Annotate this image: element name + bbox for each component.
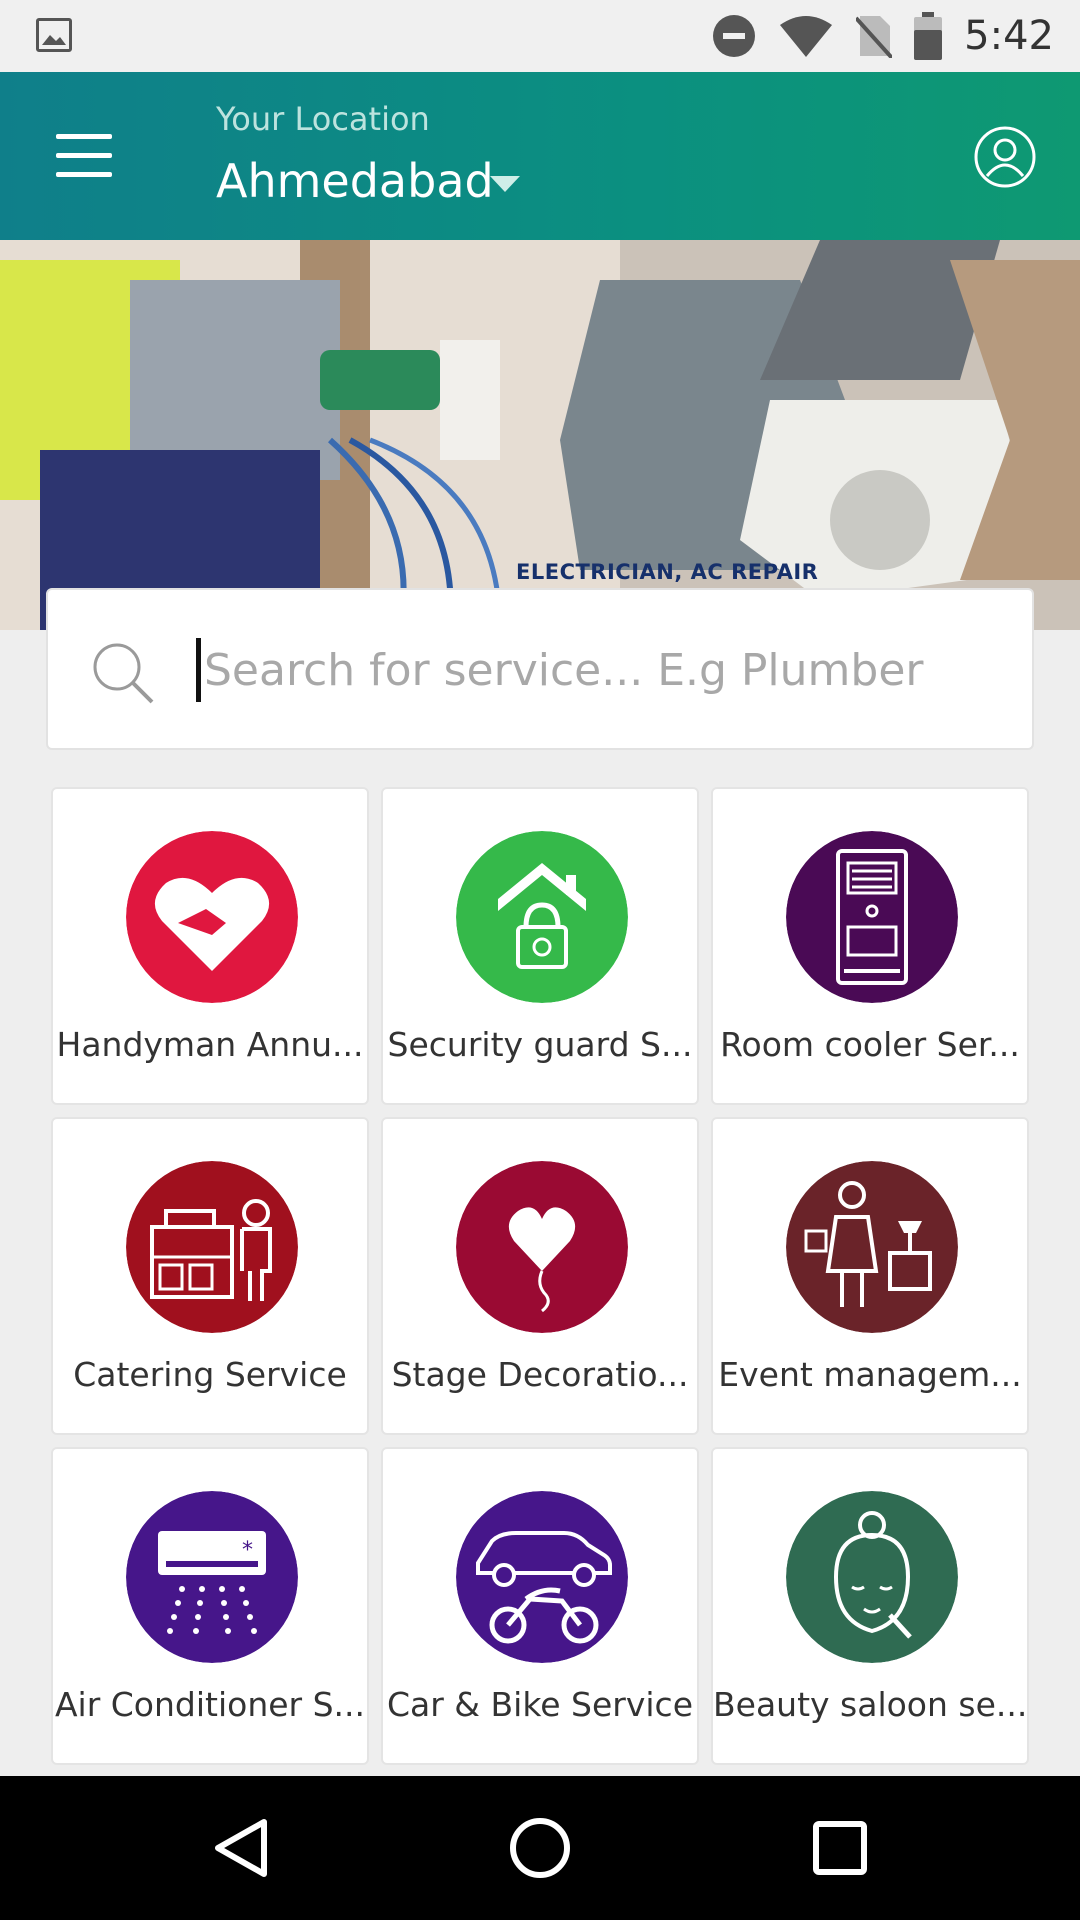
clock: 5:42 [964,13,1054,59]
location-label: Your Location [216,100,430,138]
service-card-stage-decoration[interactable]: Stage Decoratio... [381,1117,699,1435]
service-card-air-conditioner[interactable]: * Air Conditioner S... [51,1447,369,1765]
no-sim-icon [856,16,893,58]
air-conditioner-icon: * [126,1491,298,1663]
wifi-icon [780,16,833,57]
service-label: Handyman Annu... [56,1025,364,1064]
service-label: Beauty saloon se... [713,1685,1028,1724]
battery-icon [914,12,943,60]
service-card-room-cooler[interactable]: Room cooler Ser... [711,787,1029,1105]
text-cursor [196,638,201,702]
service-card-beauty-saloon[interactable]: Beauty saloon se... [711,1447,1029,1765]
hamburger-menu-icon[interactable] [56,134,112,178]
system-nav-bar [0,1776,1080,1920]
home-icon[interactable] [504,1812,576,1884]
beauty-face-icon [786,1491,958,1663]
status-bar: 5:42 [0,0,1080,72]
dropdown-caret-icon[interactable] [490,176,520,192]
recents-icon[interactable] [804,1812,876,1884]
search-input[interactable] [204,626,984,714]
service-label: Room cooler Ser... [720,1025,1020,1064]
city-selector[interactable]: Ahmedabad [216,154,494,208]
handshake-heart-icon [126,831,298,1003]
service-label: Stage Decoratio... [391,1355,689,1394]
service-label: Car & Bike Service [386,1685,694,1724]
service-card-catering[interactable]: Catering Service [51,1117,369,1435]
do-not-disturb-icon [713,15,756,57]
service-card-handyman[interactable]: Handyman Annu... [51,787,369,1105]
service-label: Catering Service [73,1355,347,1394]
search-box[interactable] [46,588,1034,750]
service-label: Security guard S... [387,1025,693,1064]
heart-balloon-icon [456,1161,628,1333]
service-label: Air Conditioner S... [54,1685,366,1724]
service-card-event-management[interactable]: Event managem... [711,1117,1029,1435]
car-bike-icon [456,1491,628,1663]
catering-icon [126,1161,298,1333]
house-lock-icon [456,831,628,1003]
service-label: Event managem... [718,1355,1022,1394]
promo-banner[interactable]: ELECTRICIAN, AC REPAIR [0,240,1080,630]
profile-icon[interactable] [974,126,1036,188]
service-card-car-bike[interactable]: Car & Bike Service [381,1447,699,1765]
air-cooler-icon [786,831,958,1003]
back-icon[interactable] [206,1812,278,1884]
gallery-icon [36,18,72,52]
service-card-security[interactable]: Security guard S... [381,787,699,1105]
event-manager-icon [786,1161,958,1333]
search-icon [93,643,154,704]
app-bar: Your Location Ahmedabad [0,72,1080,240]
svg-text:*: * [242,1538,253,1563]
banner-caption: ELECTRICIAN, AC REPAIR [516,560,819,584]
